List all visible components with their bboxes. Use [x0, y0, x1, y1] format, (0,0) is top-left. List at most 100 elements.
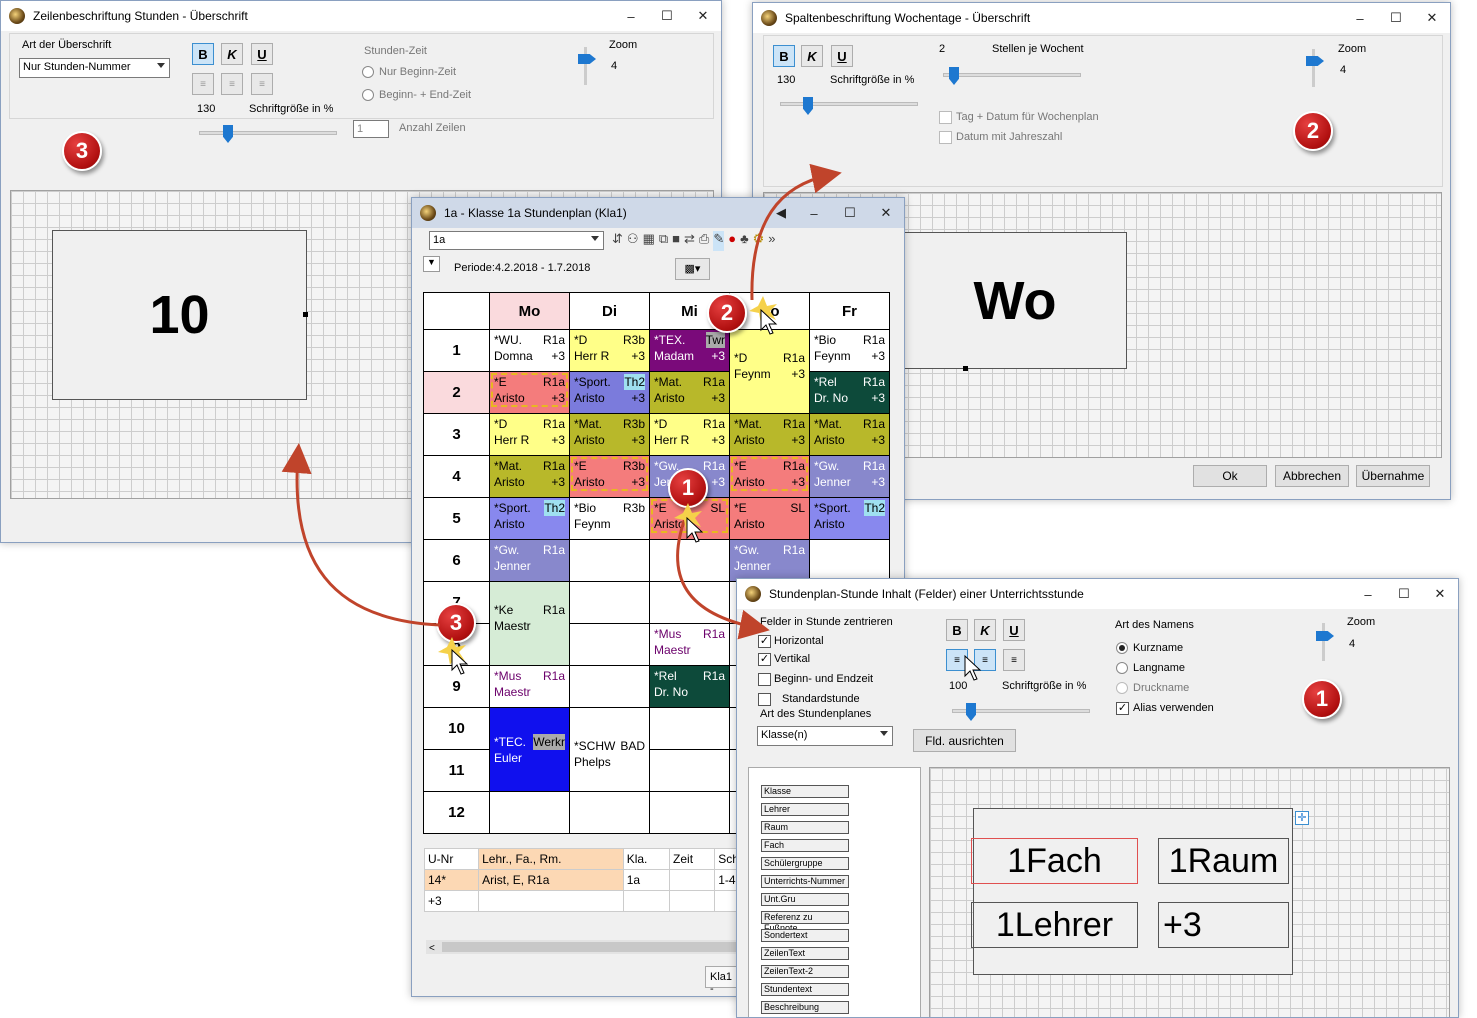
column-header[interactable]: Zeit [669, 848, 716, 870]
short-name-radio[interactable] [1116, 642, 1128, 654]
lesson-cell[interactable] [649, 749, 730, 792]
minimize-icon[interactable]: – [796, 198, 832, 228]
standard-hour-checkbox[interactable] [758, 693, 771, 706]
underline-button[interactable]: U [831, 45, 853, 67]
column-header[interactable]: U-Nr [423, 848, 480, 870]
lesson-cell[interactable]: *E SL Aristo [729, 497, 810, 540]
begin-end-time-radio[interactable] [362, 89, 374, 101]
minimize-icon[interactable]: – [1350, 579, 1386, 609]
cancel-button[interactable]: Abbrechen [1275, 465, 1349, 487]
alias-checkbox[interactable]: ✓ [1116, 702, 1129, 715]
lesson-cell[interactable]: *Sport. Th2 Aristo [489, 497, 570, 540]
table-cell[interactable] [478, 890, 624, 912]
font-size-slider-thumb[interactable] [966, 703, 976, 721]
ok-button[interactable]: Ok [1193, 465, 1267, 487]
plan-type-select[interactable]: Klasse(n) [757, 726, 893, 746]
lesson-cell[interactable] [809, 539, 890, 582]
hour-header[interactable]: 4 [423, 455, 490, 498]
underline-button[interactable]: U [1003, 619, 1025, 641]
long-name-radio[interactable] [1116, 662, 1128, 674]
lesson-cell[interactable]: *Sport. Th2 Aristo +3 [569, 371, 650, 414]
lesson-cell[interactable] [649, 707, 730, 750]
lesson-cell[interactable] [489, 791, 570, 834]
menu-dropdown-icon[interactable]: ▼ [423, 256, 440, 272]
lesson-cell[interactable]: *E R1a Aristo +3 [729, 455, 810, 498]
hour-header[interactable]: 1 [423, 329, 490, 372]
font-size-slider[interactable] [199, 131, 337, 135]
close-icon[interactable]: ✕ [685, 1, 721, 31]
lesson-cell[interactable] [649, 539, 730, 582]
zoom-slider[interactable] [1312, 49, 1315, 87]
column-header[interactable]: Lehr., Fa., Rm. [478, 848, 624, 870]
lesson-cell[interactable] [569, 581, 650, 624]
maximize-icon[interactable]: ☐ [832, 198, 868, 228]
lesson-cell[interactable]: *Mus R1a Maestr [649, 623, 730, 666]
begin-time-radio[interactable] [362, 66, 374, 78]
lesson-cell[interactable]: *Mat. R1a Aristo +3 [809, 413, 890, 456]
preview-hour-box[interactable]: 10 [52, 230, 307, 400]
lesson-cell[interactable]: *Gw.R1aJenner+3 [809, 455, 890, 498]
table-cell[interactable] [669, 869, 716, 891]
lesson-cell[interactable]: *Mat. R1a Aristo +3 [649, 371, 730, 414]
lesson-cell[interactable] [569, 791, 650, 834]
lesson-cell[interactable]: *Ke R1a Maestr [489, 581, 570, 666]
bold-button[interactable]: B [192, 43, 214, 65]
zoom-slider[interactable] [584, 47, 587, 85]
table-cell[interactable]: 1a [622, 869, 671, 891]
field-list-item[interactable]: Sondertext [761, 929, 849, 942]
close-icon[interactable]: ✕ [1422, 579, 1458, 609]
hour-header[interactable]: 6 [423, 539, 490, 582]
zoom-slider-thumb[interactable] [1316, 631, 1334, 641]
zoom-slider[interactable] [1322, 623, 1325, 661]
lesson-cell[interactable]: *Sport. Th2 Aristo [809, 497, 890, 540]
lesson-cell[interactable]: *Mat. R1a Aristo +3 [489, 455, 570, 498]
bold-button[interactable]: B [773, 45, 795, 67]
hour-header[interactable]: 5 [423, 497, 490, 540]
lesson-cell[interactable] [569, 665, 650, 708]
more-icon[interactable]: » [768, 231, 775, 251]
align-right-icon[interactable]: ≡ [251, 73, 273, 95]
maximize-icon[interactable]: ☐ [1386, 579, 1422, 609]
lesson-cell[interactable]: *TEX. Twr Madam +3 [649, 329, 730, 372]
align-fields-button[interactable]: Fld. ausrichten [913, 729, 1016, 752]
font-size-slider[interactable] [780, 102, 918, 106]
grid-icon[interactable]: ▦ [643, 231, 655, 251]
field-list-item[interactable]: Raum [761, 821, 849, 834]
horizontal-checkbox[interactable]: ✓ [758, 635, 771, 648]
resize-handle[interactable] [303, 312, 308, 317]
field-list-item[interactable]: Stundentext [761, 983, 849, 996]
gear-icon[interactable]: ⚙ [753, 231, 765, 251]
maximize-icon[interactable]: ☐ [1378, 3, 1414, 33]
lesson-cell[interactable]: *D R3b Herr R +3 [569, 329, 650, 372]
lesson-cell[interactable]: *E R1a Aristo +3 [489, 371, 570, 414]
preview-day-box[interactable]: Wo [903, 232, 1127, 369]
field-list-item[interactable]: Unterrichts-Nummer [761, 875, 849, 888]
lesson-cell[interactable]: *Mat. R1a Aristo +3 [729, 413, 810, 456]
field-list-item[interactable]: Referenz zu Fußnote [761, 911, 849, 933]
lesson-cell[interactable] [569, 623, 650, 666]
field-list-item[interactable]: ZeilenText-2 [761, 965, 849, 978]
lesson-cell[interactable]: *Rel R1a Dr. No +3 [809, 371, 890, 414]
field-list-item[interactable]: Beschreibung [761, 1001, 849, 1014]
lesson-cell[interactable]: *Gw. R1a Jenner [729, 539, 810, 582]
maximize-icon[interactable]: ☐ [649, 1, 685, 31]
heading-type-select[interactable]: Nur Stunden-Nummer [19, 58, 170, 78]
field-more[interactable]: +3 [1158, 902, 1289, 948]
field-list-item[interactable]: Klasse [761, 785, 849, 798]
move-icon[interactable]: ✛ [1295, 811, 1309, 825]
print-icon[interactable]: ⎙ [699, 231, 709, 251]
close-icon[interactable]: ✕ [868, 198, 904, 228]
pin-red-icon[interactable]: ● [728, 231, 736, 251]
align-center-icon[interactable]: ≡ [221, 73, 243, 95]
italic-button[interactable]: K [221, 43, 243, 65]
palette-icon[interactable]: ♣ [740, 231, 749, 251]
table-cell[interactable] [622, 890, 671, 912]
column-header[interactable]: Kla. [622, 848, 671, 870]
brush-icon[interactable]: ✎ [713, 231, 725, 251]
field-teacher[interactable]: 1Lehrer [971, 902, 1138, 948]
align-right-icon[interactable]: ≡ [1003, 649, 1025, 671]
lesson-cell[interactable]: *Gw. R1a Jenner [489, 539, 570, 582]
lesson-cell[interactable] [569, 539, 650, 582]
table-cell[interactable]: 14* [423, 869, 480, 891]
hour-header[interactable]: 9 [423, 665, 490, 708]
